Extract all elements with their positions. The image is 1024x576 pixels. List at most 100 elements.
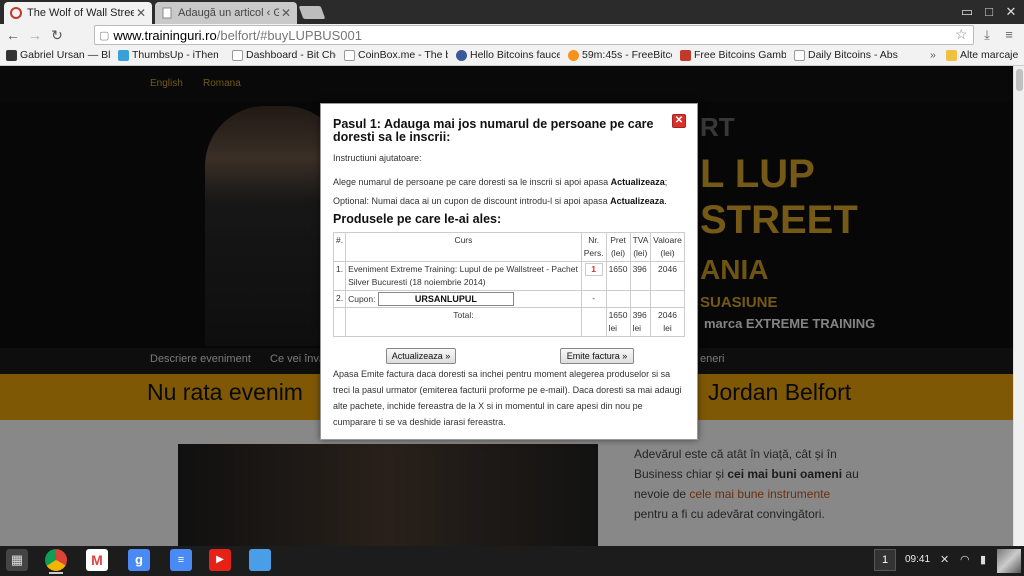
coupon-input[interactable]: URSANLUPUL (377, 292, 514, 306)
battery-icon[interactable]: ▮ (980, 553, 986, 566)
help-bold: Actualizeaza (610, 196, 665, 206)
total-label: Total: (345, 307, 582, 337)
update-button[interactable]: Actualizeaza » (386, 348, 456, 364)
url-domain: www.traininguri.ro (113, 27, 217, 43)
page-scrollbar[interactable] (1013, 66, 1024, 546)
course-name: Eveniment Extreme Training: Lupul de pe … (345, 261, 582, 291)
scroll-thumb[interactable] (1016, 69, 1023, 91)
bookmark-favicon-icon (344, 49, 355, 61)
notification-badge[interactable]: 1 (874, 549, 896, 571)
tab-close-icon[interactable]: ✕ (279, 6, 293, 20)
docs-icon[interactable]: ≡ (170, 549, 192, 571)
files-icon[interactable] (249, 549, 271, 571)
url-path: /belfort/#buyLUPBUS001 (216, 27, 362, 43)
bookmark-item[interactable]: Free Bitcoins Gambling (680, 49, 786, 61)
address-bar[interactable]: ▢ www.traininguri.ro/belfort/#buyLUPBUS0… (94, 25, 974, 45)
youtube-icon[interactable]: ▶ (209, 549, 231, 571)
close-window-icon[interactable]: ✕ (1002, 3, 1020, 21)
bookmark-favicon-icon (568, 49, 579, 61)
google-search-icon[interactable]: g (128, 549, 150, 571)
bookmark-item[interactable]: CoinBox.me - The best (344, 49, 448, 61)
col-valoare: Valoare (lei) (650, 232, 685, 262)
bookmark-item[interactable]: 59m:45s - FreeBitco.in (568, 49, 672, 61)
running-indicator (49, 572, 63, 574)
products-heading: Produsele pe care le-ai ales: (333, 212, 502, 226)
bookmark-favicon-icon (232, 49, 243, 61)
folder-icon (946, 49, 957, 61)
help-bold: Actualizeaza (610, 177, 665, 187)
empty-cell (580, 307, 607, 337)
help-text: ; (664, 177, 668, 187)
modal-title: Pasul 1: Adauga mai jos numarul de perso… (333, 117, 654, 144)
download-icon[interactable]: ⤓ (978, 26, 996, 44)
price-cell: 1650 (605, 261, 631, 291)
page-favicon-icon (161, 7, 173, 19)
help-text: Alege numarul de persoane pe care dorest… (333, 177, 611, 187)
bookmark-favicon-icon (794, 49, 805, 61)
col-tva: TVA (lei) (629, 232, 652, 262)
wifi-icon[interactable]: ◠ (960, 553, 970, 566)
bookmark-item[interactable]: Hello Bitcoins faucet (456, 49, 560, 61)
bookmark-favicon-icon (680, 49, 691, 61)
total-row: Total: 1650 lei 396 lei 2046 lei (332, 307, 685, 337)
bookmark-favicon-icon (118, 49, 129, 61)
vat-cell: 396 (629, 261, 652, 291)
bookmark-label: 59m:45s - FreeBitco.in (582, 49, 672, 61)
new-tab-button[interactable] (298, 6, 326, 19)
opera-favicon-icon (10, 7, 22, 19)
back-icon[interactable]: ← (4, 26, 22, 44)
row-num: 2. (332, 290, 347, 308)
tab-close-icon[interactable]: ✕ (134, 6, 148, 20)
bookmark-label: Hello Bitcoins faucet (470, 49, 560, 61)
purchase-modal: ✕ Pasul 1: Adauga mai jos numarul de per… (320, 103, 698, 440)
col-pret: Pret (lei) (605, 232, 631, 262)
tab-wolf-of-wall-street[interactable]: The Wolf of Wall Street - ✕ (4, 2, 152, 24)
products-table: #. Curs Nr. Pers. Pret (lei) TVA (lei) V… (332, 232, 685, 337)
mute-icon[interactable]: ✕ (940, 553, 949, 566)
modal-close-icon[interactable]: ✕ (672, 114, 686, 128)
reload-icon[interactable]: ↻ (48, 26, 66, 44)
user-avatar[interactable] (997, 549, 1021, 573)
bookmark-label: Dashboard - Bit Chest (246, 49, 336, 61)
help-text: Optional: Numai daca ai un cupon de disc… (333, 196, 611, 206)
browser-toolbar: ← → ↻ ▢ www.traininguri.ro/belfort/#buyL… (0, 24, 1024, 46)
row-num: 1. (332, 261, 347, 291)
help-heading: Instructiuni ajutatoare: (333, 153, 422, 163)
os-shelf: ▦ M g ≡ ▶ 1 09:41 ✕ ◠ ▮ (0, 546, 1024, 576)
total-price: 1650 lei (605, 307, 631, 337)
clock[interactable]: 09:41 (905, 554, 930, 565)
forward-icon[interactable]: → (26, 26, 44, 44)
bookmark-label: Gabriel Ursan — Blog (20, 49, 110, 61)
issue-invoice-button[interactable]: Emite factura » (560, 348, 634, 364)
col-curs: Curs (345, 232, 582, 262)
empty-cell (605, 290, 631, 308)
bookmark-item[interactable]: Gabriel Ursan — Blog (6, 49, 110, 61)
table-row: 1. Eveniment Extreme Training: Lupul de … (332, 261, 685, 291)
coupon-label: Cupon: (348, 294, 376, 304)
bookmark-label: Daily Bitcoins - Absolu (808, 49, 898, 61)
bookmark-star-icon[interactable]: ☆ (955, 26, 968, 43)
bookmark-label: CoinBox.me - The best (358, 49, 448, 61)
value-cell: 2046 (650, 261, 685, 291)
more-bookmarks-icon[interactable]: » (930, 49, 942, 61)
modal-footer-text: Apasa Emite factura daca doresti sa inch… (333, 369, 682, 427)
maximize-icon[interactable]: □ (980, 3, 998, 21)
help-text: . (664, 196, 667, 206)
menu-icon[interactable]: ≡ (1000, 26, 1018, 44)
col-num: #. (332, 232, 347, 262)
minimize-icon[interactable]: ▭ (958, 3, 976, 21)
bookmark-label: Free Bitcoins Gambling (694, 49, 786, 61)
chrome-icon[interactable] (45, 549, 67, 571)
bookmark-item[interactable]: ThumbsUp - iThemes (118, 49, 218, 61)
bookmarks-bar: Gabriel Ursan — Blog ThumbsUp - iThemes … (0, 46, 1024, 66)
bookmark-item[interactable]: Dashboard - Bit Chest (232, 49, 336, 61)
bookmark-label: ThumbsUp - iThemes (132, 49, 218, 61)
bookmark-item[interactable]: Daily Bitcoins - Absolu (794, 49, 898, 61)
tab-adauga-articol[interactable]: Adaugă un articol ‹ Gabr ✕ (155, 2, 297, 24)
gmail-icon[interactable]: M (86, 549, 108, 571)
bookmark-favicon-icon (6, 49, 17, 61)
quantity-input[interactable]: 1 (584, 263, 603, 276)
table-header-row: #. Curs Nr. Pers. Pret (lei) TVA (lei) V… (332, 232, 685, 262)
app-launcher-icon[interactable]: ▦ (6, 549, 28, 571)
other-bookmarks-folder[interactable]: Alte marcaje (946, 49, 1022, 61)
